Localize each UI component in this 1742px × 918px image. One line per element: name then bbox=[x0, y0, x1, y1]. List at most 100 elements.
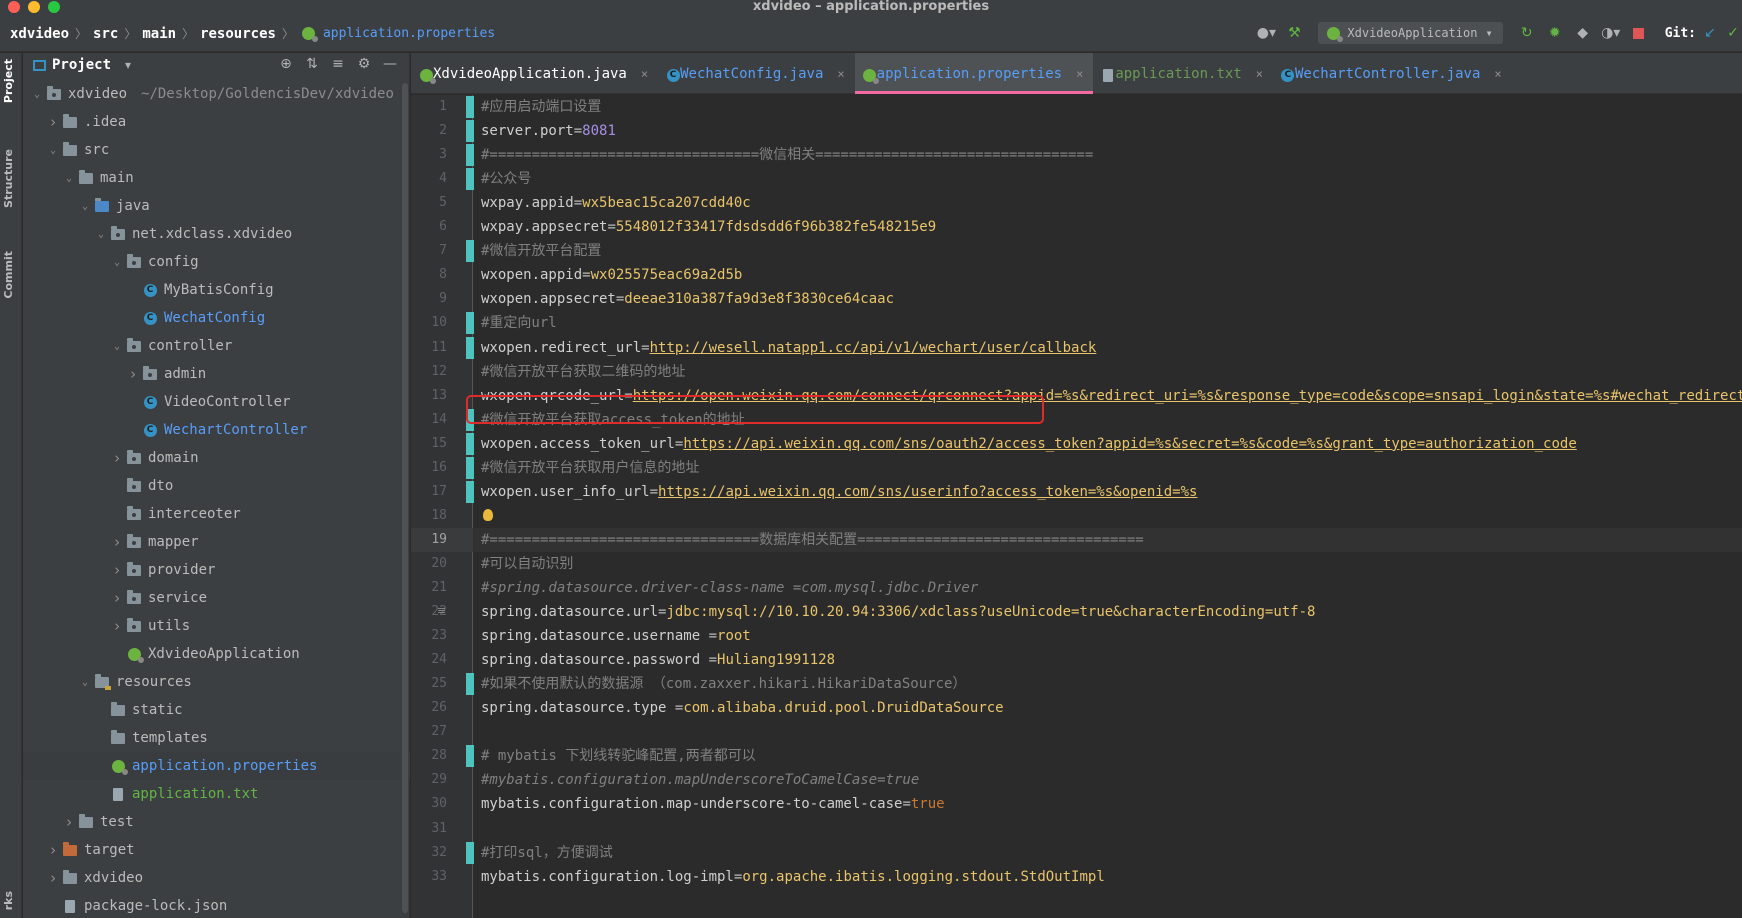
vcs-change-marker[interactable] bbox=[466, 96, 474, 118]
chevron-down-icon[interactable]: ⌄ bbox=[61, 173, 77, 184]
chevron-down-icon[interactable]: ⌄ bbox=[77, 201, 93, 212]
project-tool-tab[interactable]: Project bbox=[2, 59, 15, 103]
vcs-change-marker[interactable] bbox=[466, 841, 474, 864]
chevron-right-icon[interactable]: › bbox=[45, 841, 61, 859]
vcs-change-marker[interactable] bbox=[466, 480, 474, 503]
gear-icon[interactable]: ⚙ bbox=[351, 56, 377, 74]
chevron-right-icon[interactable]: › bbox=[45, 113, 61, 131]
tree-item[interactable]: ⌄ java bbox=[23, 192, 410, 220]
chevron-down-icon[interactable]: ⌄ bbox=[109, 341, 125, 352]
chevron-down-icon[interactable]: ⌄ bbox=[29, 89, 45, 100]
chevron-right-icon[interactable]: › bbox=[109, 589, 125, 607]
debug-bug-icon[interactable]: ✹ bbox=[1544, 23, 1566, 43]
tree-item[interactable]: XdvideoApplication bbox=[23, 640, 410, 668]
breadcrumb-item-main[interactable]: main bbox=[142, 26, 176, 42]
chevron-right-icon[interactable]: › bbox=[109, 617, 125, 635]
commit-tool-tab[interactable]: Commit bbox=[2, 251, 15, 299]
locate-file-icon[interactable]: ⊕ bbox=[273, 56, 299, 74]
build-hammer-icon[interactable]: ⚒ bbox=[1283, 23, 1305, 43]
chevron-down-icon[interactable]: ⌄ bbox=[77, 677, 93, 688]
vcs-change-marker[interactable] bbox=[466, 168, 474, 191]
breadcrumb-item-resources[interactable]: resources bbox=[200, 26, 276, 42]
tree-item[interactable]: static bbox=[23, 696, 410, 724]
tree-item[interactable]: › provider bbox=[23, 556, 410, 584]
hide-panel-icon[interactable]: — bbox=[377, 56, 403, 74]
lightbulb-icon[interactable] bbox=[483, 508, 493, 521]
tree-item[interactable]: ⌄ src bbox=[23, 136, 410, 164]
editor-tab[interactable]: XdvideoApplication.java × bbox=[411, 53, 658, 94]
project-scrollbar[interactable] bbox=[401, 53, 409, 918]
editor-tab[interactable]: C WechartController.java × bbox=[1273, 53, 1512, 94]
tree-item[interactable]: ⌄ controller bbox=[23, 332, 410, 360]
close-tab-icon[interactable]: × bbox=[837, 67, 844, 81]
breadcrumb-item-project[interactable]: xdvideo bbox=[10, 26, 69, 42]
stop-icon[interactable] bbox=[1628, 23, 1650, 43]
chevron-right-icon[interactable]: › bbox=[61, 813, 77, 831]
code-token[interactable]: http://wesell.natapp1.cc/api/v1/wechart/… bbox=[650, 340, 1097, 356]
bookmarks-tool-tab[interactable]: rks bbox=[2, 891, 15, 910]
code-editor[interactable]: 1 2 3 4 5 6 7 8 9 10 11 12 13 14 15 16 17 18 19 20 21 22 ≡ 23 24… bbox=[411, 95, 1742, 918]
chevron-right-icon[interactable]: › bbox=[45, 869, 61, 887]
breadcrumb-item-src[interactable]: src bbox=[93, 26, 118, 42]
vcs-change-marker[interactable] bbox=[466, 240, 474, 263]
expand-all-icon[interactable]: ⇅ bbox=[299, 56, 325, 74]
tree-item[interactable]: ⌄ net.xdclass.xdvideo bbox=[23, 220, 410, 248]
chevron-down-icon[interactable]: ▾ bbox=[125, 58, 131, 72]
editor-tab[interactable]: application.properties × bbox=[854, 53, 1094, 94]
breadcrumb-item-file[interactable]: application.properties bbox=[323, 26, 495, 41]
datasource-icon[interactable]: ≡ bbox=[437, 604, 451, 617]
tree-item[interactable]: › xdvideo bbox=[23, 864, 410, 892]
tree-item[interactable]: › domain bbox=[23, 444, 410, 472]
chevron-right-icon[interactable]: › bbox=[125, 365, 141, 383]
user-icon[interactable]: ●▾ bbox=[1255, 23, 1277, 43]
tree-item[interactable]: › test bbox=[23, 808, 410, 836]
close-tab-icon[interactable]: × bbox=[1256, 67, 1263, 81]
vcs-change-marker[interactable] bbox=[466, 432, 474, 455]
close-tab-icon[interactable]: × bbox=[641, 67, 648, 81]
tree-item[interactable]: › utils bbox=[23, 612, 410, 640]
tree-item[interactable]: › admin bbox=[23, 360, 410, 388]
tree-item[interactable]: package-lock.json bbox=[23, 892, 410, 918]
tree-item[interactable]: ⌄ main bbox=[23, 164, 410, 192]
tree-item[interactable]: › target bbox=[23, 836, 410, 864]
tree-item[interactable]: › service bbox=[23, 584, 410, 612]
chevron-down-icon[interactable]: ⌄ bbox=[109, 257, 125, 268]
profiler-icon[interactable]: ◑▾ bbox=[1600, 23, 1622, 43]
code-token[interactable]: https://api.weixin.qq.com/sns/oauth2/acc… bbox=[683, 436, 1576, 452]
vcs-change-marker[interactable] bbox=[466, 745, 474, 768]
run-configuration-select[interactable]: XdvideoApplication ▾ bbox=[1318, 22, 1503, 44]
vcs-change-marker[interactable] bbox=[466, 120, 474, 143]
tree-item[interactable]: ⌄ config bbox=[23, 248, 410, 276]
tree-item[interactable]: interceoter bbox=[23, 500, 410, 528]
tree-item[interactable]: dto bbox=[23, 472, 410, 500]
rerun-icon[interactable]: ↻ bbox=[1516, 23, 1538, 43]
git-update-icon[interactable]: ↙ bbox=[1699, 23, 1721, 43]
tree-item[interactable]: ⌄ xdvideo ~/Desktop/GoldencisDev/xdvideo bbox=[23, 80, 410, 108]
close-tab-icon[interactable]: × bbox=[1494, 67, 1501, 81]
tree-item[interactable]: C VideoController bbox=[23, 388, 410, 416]
vcs-change-marker[interactable] bbox=[466, 144, 474, 167]
collapse-all-icon[interactable]: ≡ bbox=[325, 56, 351, 74]
chevron-down-icon[interactable]: ⌄ bbox=[45, 145, 61, 156]
scrollbar-thumb[interactable] bbox=[402, 83, 408, 913]
tree-item[interactable]: › mapper bbox=[23, 528, 410, 556]
vcs-change-marker[interactable] bbox=[466, 456, 474, 479]
vcs-change-marker[interactable] bbox=[466, 312, 474, 335]
tree-item[interactable]: C WechatConfig bbox=[23, 304, 410, 332]
tree-item[interactable]: application.properties bbox=[23, 752, 410, 780]
editor-tab[interactable]: application.txt × bbox=[1093, 53, 1273, 94]
tree-item[interactable]: C WechartController bbox=[23, 416, 410, 444]
structure-tool-tab[interactable]: Structure bbox=[2, 149, 15, 208]
project-panel-title[interactable]: Project bbox=[52, 57, 111, 73]
chevron-right-icon[interactable]: › bbox=[109, 561, 125, 579]
chevron-right-icon[interactable]: › bbox=[109, 533, 125, 551]
chevron-down-icon[interactable]: ⌄ bbox=[93, 229, 109, 240]
close-tab-icon[interactable]: × bbox=[1076, 67, 1083, 81]
tree-item[interactable]: › .idea bbox=[23, 108, 410, 136]
chevron-right-icon[interactable]: › bbox=[109, 449, 125, 467]
git-commit-icon[interactable]: ✓ bbox=[1727, 23, 1739, 43]
tree-item[interactable]: application.txt bbox=[23, 780, 410, 808]
vcs-change-marker[interactable] bbox=[466, 673, 474, 696]
tree-item[interactable]: templates bbox=[23, 724, 410, 752]
tree-item[interactable]: C MyBatisConfig bbox=[23, 276, 410, 304]
